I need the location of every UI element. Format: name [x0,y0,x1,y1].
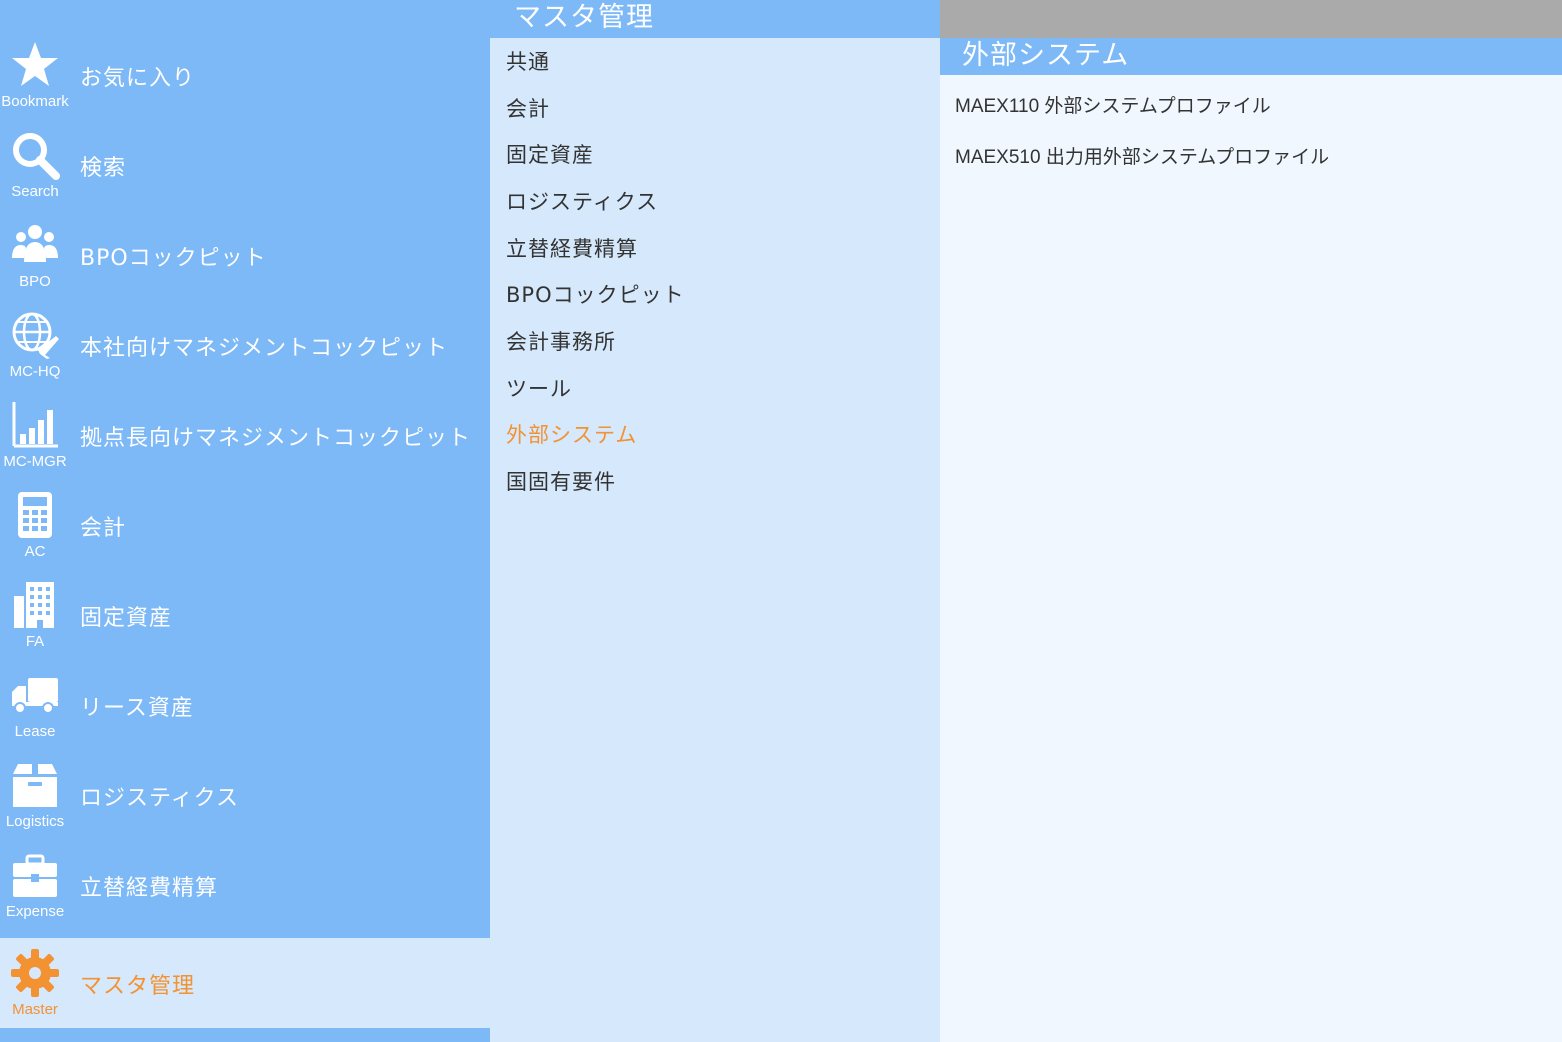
menu-name: 外部システムプロファイル [1044,95,1271,117]
nav-item-master[interactable]: Master マスタ管理 [0,938,490,1028]
menu-code: MAEX110 [955,96,1040,117]
nav-item-bookmark[interactable]: Bookmark お気に入り [0,30,490,120]
bar-chart-icon [10,400,60,450]
nav-item-ac[interactable]: AC 会計 [0,480,490,570]
nav-item-mc-hq[interactable]: MC-HQ 本社向けマネジメントコックピット [0,300,490,390]
star-icon [10,40,60,90]
nav-label: 本社向けマネジメントコックピット [80,336,449,361]
top-bar [940,0,1562,38]
category-item-active[interactable]: 外部システム [506,419,637,449]
nav-label: 立替経費精算 [80,876,219,901]
category-item[interactable]: ツール [506,373,572,403]
nav-short-label: Search [11,183,59,200]
category-item[interactable]: 立替経費精算 [506,233,638,263]
menu-code: MAEX510 [955,147,1041,168]
nav-item-logistics[interactable]: Logistics ロジスティクス [0,750,490,840]
calculator-icon [10,490,60,540]
nav-label: 会計 [80,516,127,541]
category-item[interactable]: 固定資産 [506,139,594,169]
main-navigation: Bookmark お気に入り Search 検索 BPO BPOコックピット M… [0,0,490,1042]
nav-short-label: Bookmark [1,93,69,110]
nav-item-expense[interactable]: Expense 立替経費精算 [0,840,490,930]
category-pane-header: マスタ管理 [490,0,940,38]
building-icon [10,580,60,630]
nav-short-label: BPO [19,273,51,290]
nav-item-lease[interactable]: Lease リース資産 [0,660,490,750]
menu-link-maex110[interactable]: MAEX110 外部システムプロファイル [955,91,1271,118]
category-item[interactable]: BPOコックピット [506,279,685,309]
nav-item-bpo[interactable]: BPO BPOコックピット [0,210,490,300]
category-pane: マスタ管理 共通 会計 固定資産 ロジスティクス 立替経費精算 BPOコックピッ… [490,0,940,1042]
users-icon [10,220,60,270]
nav-label: 拠点長向けマネジメントコックピット [80,426,472,451]
truck-icon [10,670,60,720]
menu-name: 出力用外部システムプロファイル [1045,146,1330,168]
nav-label: 固定資産 [80,606,173,631]
nav-short-label: Logistics [5,813,65,830]
category-pane-title: マスタ管理 [514,2,654,33]
nav-short-label: Master [12,1001,58,1018]
nav-label: リース資産 [80,696,194,721]
category-item[interactable]: 国固有要件 [506,466,616,496]
app-root: Bookmark お気に入り Search 検索 BPO BPOコックピット M… [0,0,1562,1042]
nav-short-label: FA [25,633,45,650]
nav-short-label: MC-MGR [3,453,67,470]
category-item[interactable]: 会計事務所 [506,326,616,356]
nav-item-mc-mgr[interactable]: MC-MGR 拠点長向けマネジメントコックピット [0,390,490,480]
search-icon [10,130,60,180]
menu-link-maex510[interactable]: MAEX510 出力用外部システムプロファイル [955,142,1329,169]
nav-label: BPOコックピット [80,246,267,271]
nav-short-label: Expense [5,903,65,920]
nav-short-label: Lease [14,723,56,740]
menu-pane: MAEX110 外部システムプロファイル MAEX510 出力用外部システムプロ… [940,75,1562,1042]
category-item[interactable]: 共通 [506,46,550,76]
box-icon [10,760,60,810]
nav-label: お気に入り [80,66,196,91]
briefcase-icon [10,850,60,900]
nav-label: 検索 [80,156,127,181]
nav-label: マスタ管理 [80,974,196,999]
globe-plane-icon [10,310,60,360]
nav-item-fa[interactable]: FA 固定資産 [0,570,490,660]
category-item[interactable]: 会計 [506,93,550,123]
nav-short-label: MC-HQ [9,363,61,380]
nav-short-label: AC [24,543,46,560]
menu-pane-title: 外部システム [962,40,1130,71]
category-item[interactable]: ロジスティクス [506,186,658,216]
nav-label: ロジスティクス [80,786,240,811]
nav-item-search[interactable]: Search 検索 [0,120,490,210]
menu-pane-header: 外部システム [940,38,1562,75]
gear-icon [10,948,60,998]
